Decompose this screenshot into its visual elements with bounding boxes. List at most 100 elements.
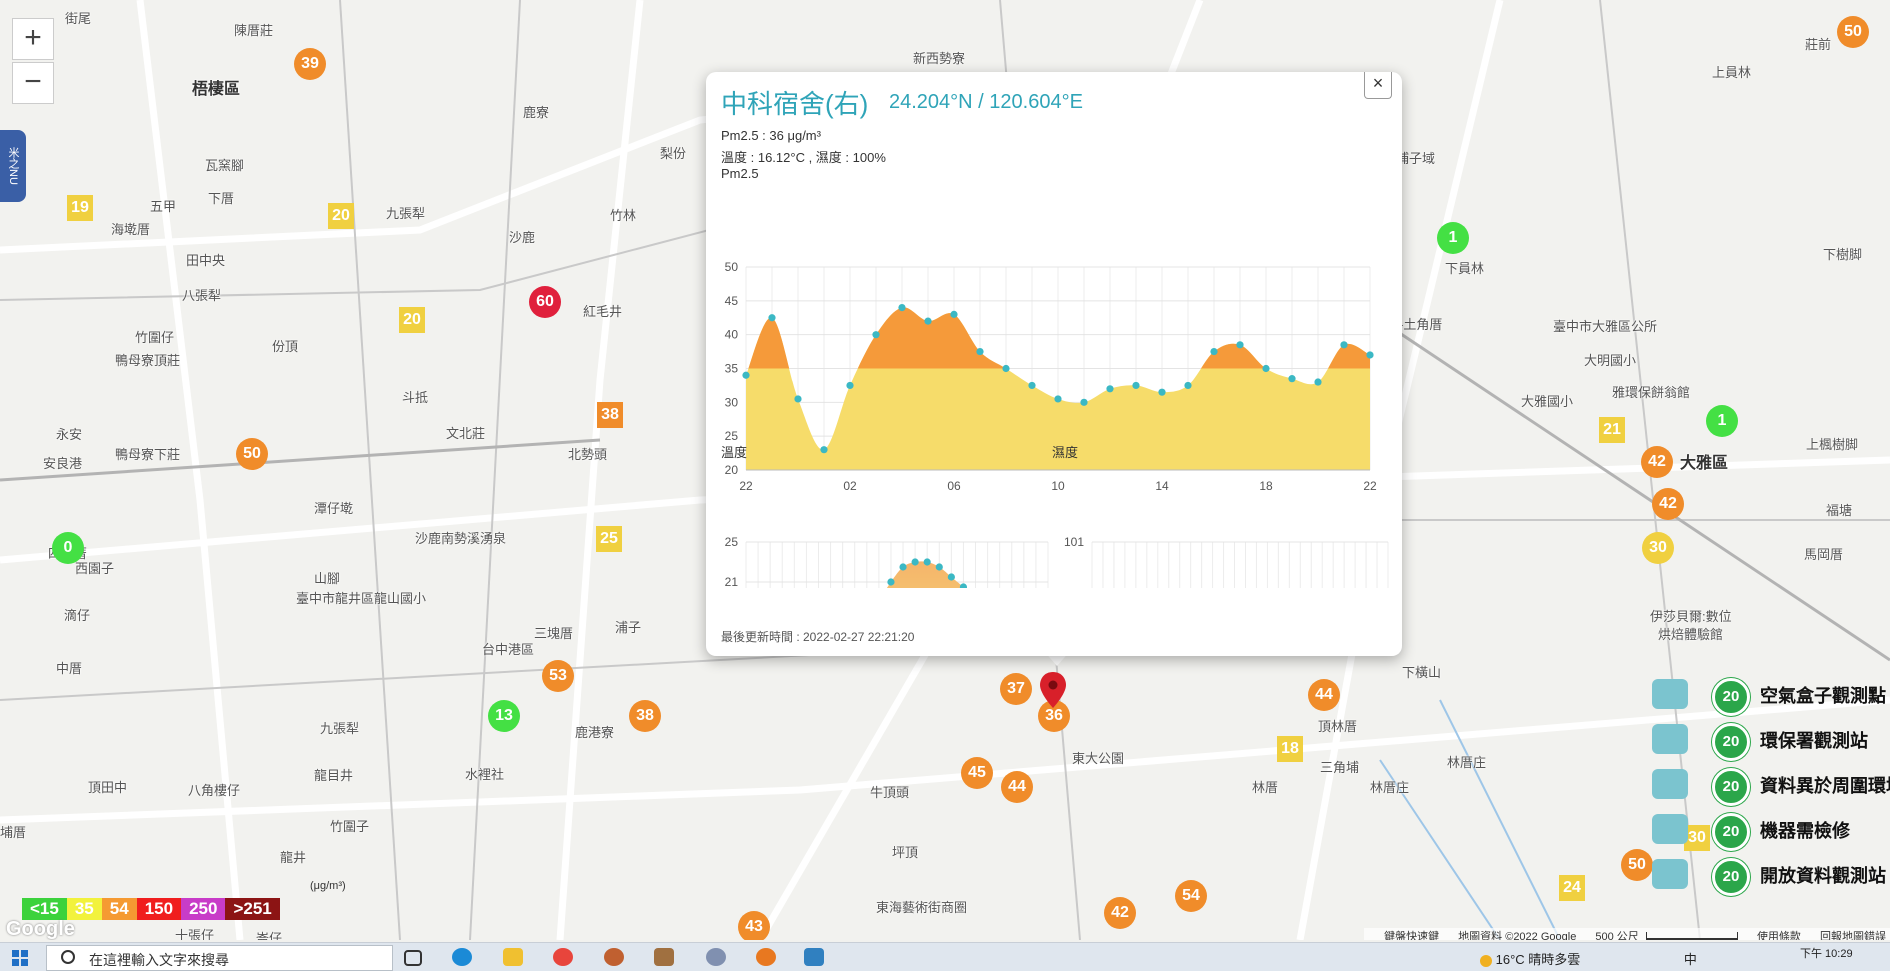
y-tick-label: 50 bbox=[725, 260, 739, 274]
edge-browser-icon[interactable] bbox=[452, 948, 472, 966]
taskbar-search-input[interactable]: 在這裡輸入文字來搜尋 bbox=[46, 945, 393, 971]
sensor-marker[interactable]: 30 bbox=[1642, 532, 1674, 564]
sensor-marker[interactable]: 1 bbox=[1437, 222, 1469, 254]
weather-icon bbox=[1480, 954, 1492, 967]
place-label: 臺中市龍井區龍山國小 bbox=[296, 591, 427, 606]
sensor-marker[interactable]: 53 bbox=[542, 660, 574, 692]
scale-bar[interactable]: 500 公尺 bbox=[1595, 931, 1638, 940]
place-label: 大雅國小 bbox=[1521, 394, 1574, 409]
place-label: 大明國小 bbox=[1584, 353, 1637, 368]
ime-indicator[interactable]: 中 bbox=[1684, 952, 1697, 967]
legend-item: 150 bbox=[136, 898, 182, 920]
chrome-icon[interactable] bbox=[553, 948, 573, 966]
sensor-marker[interactable]: 0 bbox=[52, 532, 84, 564]
data-point bbox=[1132, 381, 1140, 390]
place-label: 竹林 bbox=[610, 208, 637, 223]
sensor-marker[interactable]: 50 bbox=[1621, 849, 1653, 881]
data-point bbox=[899, 563, 907, 571]
pm25-chart-title: Pm2.5 bbox=[721, 166, 759, 181]
place-label: 東海藝術街商圈 bbox=[876, 900, 968, 915]
place-label: 下員林 bbox=[1445, 261, 1485, 276]
data-point bbox=[742, 371, 750, 379]
place-label: 下厝 bbox=[208, 191, 235, 206]
y-tick-label: 21 bbox=[725, 575, 739, 588]
report-link[interactable]: 回報地圖錯誤 bbox=[1820, 931, 1886, 940]
place-label: 山腳 bbox=[314, 571, 341, 586]
station-badge: 20 bbox=[1712, 858, 1750, 896]
windows-start-icon[interactable] bbox=[12, 950, 28, 966]
sensor-marker[interactable]: 24 bbox=[1559, 875, 1585, 901]
sensor-marker[interactable]: 38 bbox=[597, 402, 623, 428]
windows-taskbar: 在這裡輸入文字來搜尋 16°C 晴時多雲 中 下午 10:29 bbox=[0, 942, 1890, 971]
data-point bbox=[1340, 341, 1348, 349]
legend-item: <15 bbox=[22, 898, 67, 920]
zoom-out-button[interactable]: − bbox=[12, 62, 54, 104]
sensor-marker[interactable]: 20 bbox=[328, 203, 354, 229]
sensor-marker[interactable]: 60 bbox=[529, 286, 561, 318]
y-tick-label: 30 bbox=[725, 395, 739, 409]
sensor-marker[interactable]: 20 bbox=[399, 307, 425, 333]
sensor-marker[interactable]: 43 bbox=[738, 911, 770, 940]
sensor-marker[interactable]: 50 bbox=[1837, 16, 1869, 48]
map-pin-icon[interactable] bbox=[1040, 672, 1066, 708]
keyboard-shortcuts-link[interactable]: 鍵盤快速鍵 bbox=[1384, 931, 1439, 940]
place-label: 梧棲區 bbox=[192, 81, 241, 98]
station-badge: 20 bbox=[1712, 723, 1750, 761]
file-explorer-icon[interactable] bbox=[503, 948, 523, 966]
sensor-marker[interactable]: 1 bbox=[1706, 405, 1738, 437]
sensor-marker[interactable]: 44 bbox=[1308, 679, 1340, 711]
data-point bbox=[1106, 385, 1114, 393]
place-label: 頂田中 bbox=[88, 780, 128, 795]
data-point bbox=[794, 395, 802, 403]
sensor-marker[interactable]: 42 bbox=[1652, 488, 1684, 520]
app-icon-2[interactable] bbox=[654, 948, 674, 966]
place-label: 林厝庄 bbox=[1447, 755, 1487, 770]
place-label: 梨份 bbox=[660, 146, 687, 161]
task-view-icon[interactable] bbox=[404, 950, 422, 966]
place-label: 林厝 bbox=[1252, 780, 1279, 795]
legend-unit: (μg/m³) bbox=[310, 880, 346, 892]
sensor-marker[interactable]: 42 bbox=[1104, 897, 1136, 929]
sensor-marker[interactable]: 37 bbox=[1000, 673, 1032, 705]
sensor-marker[interactable]: 44 bbox=[1001, 771, 1033, 803]
app-icon-4[interactable] bbox=[756, 948, 776, 966]
data-point bbox=[1054, 395, 1062, 403]
data-point bbox=[923, 558, 931, 566]
place-label: 海墘厝 bbox=[111, 222, 151, 237]
weather-text[interactable]: 16°C 晴時多雲 bbox=[1496, 952, 1581, 967]
app-icon-3[interactable] bbox=[706, 948, 726, 966]
data-point bbox=[1262, 364, 1270, 373]
sensor-marker[interactable]: 38 bbox=[629, 700, 661, 732]
data-point bbox=[1210, 347, 1218, 356]
place-label: 馬岡厝 bbox=[1804, 547, 1844, 562]
zoom-in-button[interactable]: + bbox=[12, 18, 54, 60]
humidity-chart: 99100101 bbox=[1064, 535, 1389, 588]
data-point bbox=[950, 310, 958, 318]
map-attribution: 鍵盤快速鍵 地圖資料 ©2022 Google 500 公尺 使用條款 回報地圖… bbox=[1364, 928, 1890, 940]
pm25-reading: Pm2.5 : 36 μg/m³ bbox=[721, 128, 821, 143]
sensor-marker[interactable]: 42 bbox=[1641, 446, 1673, 478]
place-label: 永安 bbox=[56, 427, 83, 442]
app-icon-1[interactable] bbox=[604, 948, 624, 966]
place-label: 頂林厝 bbox=[1318, 719, 1358, 734]
sensor-marker[interactable]: 50 bbox=[236, 438, 268, 470]
map-canvas[interactable]: 街尾 陳厝莊 新西勢寮 莊前 上員林 梧棲區 鹿寮 瓦窯腳 梨份 埔子域 五甲 下厝 九張犁 竹林 海墘厝沙… bbox=[0, 0, 1890, 940]
sensor-marker[interactable]: 39 bbox=[294, 48, 326, 80]
place-label: 埔厝 bbox=[0, 825, 27, 840]
place-label: 崙仔 bbox=[256, 931, 283, 940]
clock[interactable]: 下午 10:29 bbox=[1800, 945, 1853, 961]
place-label: 沙鹿 bbox=[509, 230, 536, 245]
sensor-marker[interactable]: 54 bbox=[1175, 880, 1207, 912]
sensor-marker[interactable]: 18 bbox=[1277, 736, 1303, 762]
sensor-marker[interactable]: 45 bbox=[961, 757, 993, 789]
sensor-marker[interactable]: 13 bbox=[488, 700, 520, 732]
sensor-marker[interactable]: 21 bbox=[1599, 417, 1625, 443]
sensor-marker[interactable]: 25 bbox=[596, 526, 622, 552]
close-button[interactable]: × bbox=[1364, 72, 1392, 99]
data-point bbox=[935, 563, 943, 571]
sensor-marker[interactable]: 19 bbox=[67, 195, 93, 221]
language-tab[interactable]: 米之NU bbox=[0, 130, 26, 202]
place-label: 坪頂 bbox=[892, 845, 919, 860]
terms-link[interactable]: 使用條款 bbox=[1757, 931, 1801, 940]
app-icon-5[interactable] bbox=[804, 948, 824, 966]
